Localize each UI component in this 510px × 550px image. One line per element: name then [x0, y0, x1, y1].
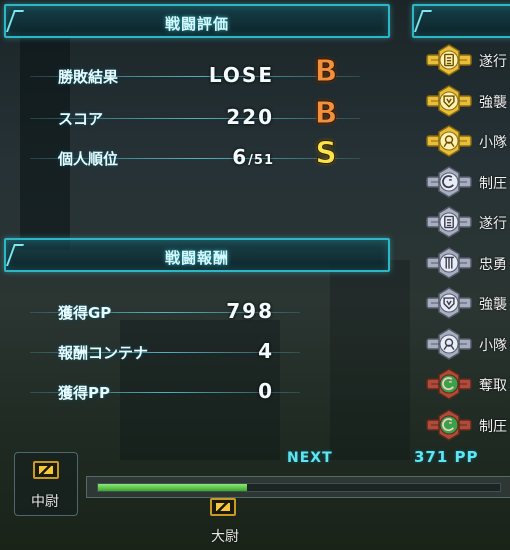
medal-item: 奪取	[425, 368, 510, 404]
score-label: スコア	[58, 110, 104, 128]
medal-name: 強襲	[479, 94, 507, 111]
result-row: 勝敗結果 LOSE B	[0, 55, 380, 88]
result-grade: B	[314, 54, 338, 89]
gp-label: 獲得GP	[58, 304, 112, 322]
result-value: LOSE	[208, 63, 274, 87]
medal-name: 制圧	[479, 175, 507, 192]
score-value: 220	[226, 105, 274, 129]
shield-medal-icon	[426, 84, 472, 117]
ranking-label: 個人順位	[58, 150, 119, 168]
battle-reward-title: 戦闘報酬	[164, 249, 229, 267]
next-label: NEXT	[287, 450, 333, 466]
medal-name: 制圧	[479, 418, 507, 435]
next-rank-insignia-icon	[210, 498, 236, 516]
medal-name: 強襲	[479, 297, 507, 313]
medal-item: 制圧	[425, 408, 510, 445]
team-medal-icon	[426, 125, 472, 157]
score-grade: B	[314, 96, 338, 131]
gp-row: 獲得GP 798	[0, 299, 380, 324]
pp-row: 獲得PP 0	[0, 379, 380, 404]
background-building	[20, 30, 70, 250]
medal-name: 忠勇	[479, 256, 507, 273]
medal-item: 強襲	[425, 287, 510, 323]
battle-eval-header: 戦闘評価	[4, 4, 390, 38]
current-rank-label: 中尉	[31, 494, 59, 510]
current-rank-box: 中尉	[14, 452, 78, 516]
medal-item: 制圧	[425, 165, 510, 202]
medal-item: 忠勇	[425, 246, 510, 283]
gp-value: 798	[226, 299, 274, 323]
ranking-total: /51	[248, 153, 274, 168]
capture-medal-icon	[426, 408, 472, 441]
shield-medal-icon	[426, 287, 472, 319]
rank-progress-track	[97, 483, 501, 492]
ranking-position: 6	[232, 145, 249, 169]
document-medal-icon	[426, 206, 472, 238]
medal-panel-header	[412, 4, 510, 38]
medal-name: 小隊	[479, 337, 507, 354]
container-value: 4	[258, 339, 274, 363]
medal-name: 遂行	[479, 54, 507, 70]
medal-name: 奪取	[479, 378, 507, 394]
medal-name: 遂行	[479, 216, 507, 232]
pp-value: 0	[258, 379, 274, 403]
result-label: 勝敗結果	[58, 68, 119, 86]
battle-eval-title: 戦闘評価	[164, 15, 229, 33]
medal-item: 遂行	[425, 206, 510, 242]
rank-progress-bar	[86, 476, 510, 498]
ranking-value: 6/51	[134, 145, 274, 169]
capture-medal-icon	[426, 368, 472, 400]
team-medal-icon	[426, 327, 472, 360]
medal-name: 小隊	[479, 135, 507, 151]
document-medal-icon	[426, 44, 472, 76]
medal-item: 小隊	[425, 327, 510, 364]
capture-medal-icon	[426, 165, 472, 198]
pillar-medal-icon	[426, 246, 472, 279]
container-row: 報酬コンテナ 4	[0, 339, 380, 364]
rank-insignia-icon	[33, 461, 59, 479]
pp-label: 獲得PP	[58, 384, 110, 402]
medal-item: 遂行	[425, 44, 510, 80]
ranking-grade: S	[315, 136, 338, 171]
score-row: スコア 220 B	[0, 97, 380, 130]
rank-progress-fill	[98, 484, 247, 491]
medal-item: 強襲	[425, 84, 510, 121]
next-pp-value: 371 PP	[414, 448, 479, 466]
medal-item: 小隊	[425, 125, 510, 161]
next-rank-label: 大尉	[211, 529, 239, 545]
battle-reward-header: 戦闘報酬	[4, 238, 390, 272]
header-corner-decoration	[413, 10, 433, 32]
ranking-row: 個人順位 6/51 S	[0, 137, 380, 170]
